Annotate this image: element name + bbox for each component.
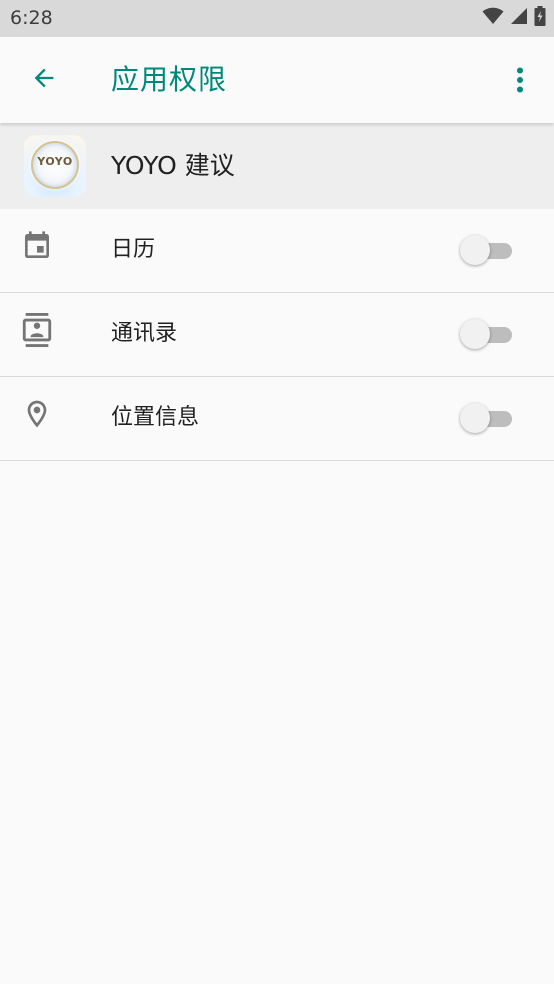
- arrow-back-icon: [30, 64, 58, 96]
- status-icons: [482, 6, 546, 30]
- permission-toggle-contacts[interactable]: [460, 319, 514, 349]
- calendar-icon: [20, 229, 54, 263]
- page-title: 应用权限: [111, 63, 228, 96]
- switch-thumb: [460, 235, 490, 265]
- status-time: 6:28: [10, 7, 53, 29]
- screen: 6:28 应用权限 YOYO YOYO 建议 日历 通讯录 位置信息: [0, 0, 554, 984]
- permission-row-contacts[interactable]: 通讯录: [0, 293, 554, 377]
- app-name: YOYO 建议: [111, 151, 235, 180]
- contacts-icon: [20, 313, 54, 347]
- back-button[interactable]: [22, 58, 66, 102]
- permission-toggle-calendar[interactable]: [460, 235, 514, 265]
- permission-row-calendar[interactable]: 日历: [0, 209, 554, 293]
- location-icon: [20, 397, 54, 431]
- more-vert-icon: [516, 67, 524, 97]
- permission-row-location[interactable]: 位置信息: [0, 377, 554, 461]
- app-header: YOYO YOYO 建议: [0, 123, 554, 209]
- switch-thumb: [460, 403, 490, 433]
- more-options-button[interactable]: [500, 62, 540, 102]
- cell-signal-icon: [510, 7, 528, 29]
- permission-toggle-location[interactable]: [460, 403, 514, 433]
- permission-label: 位置信息: [111, 405, 200, 430]
- status-bar: 6:28: [0, 0, 554, 37]
- wifi-icon: [482, 7, 504, 29]
- app-icon-text: YOYO: [37, 155, 73, 168]
- app-bar: 应用权限: [0, 37, 554, 123]
- battery-charging-icon: [534, 6, 546, 30]
- app-icon: YOYO: [24, 135, 86, 197]
- switch-thumb: [460, 319, 490, 349]
- permission-label: 日历: [111, 237, 156, 262]
- permission-label: 通讯录: [111, 321, 178, 346]
